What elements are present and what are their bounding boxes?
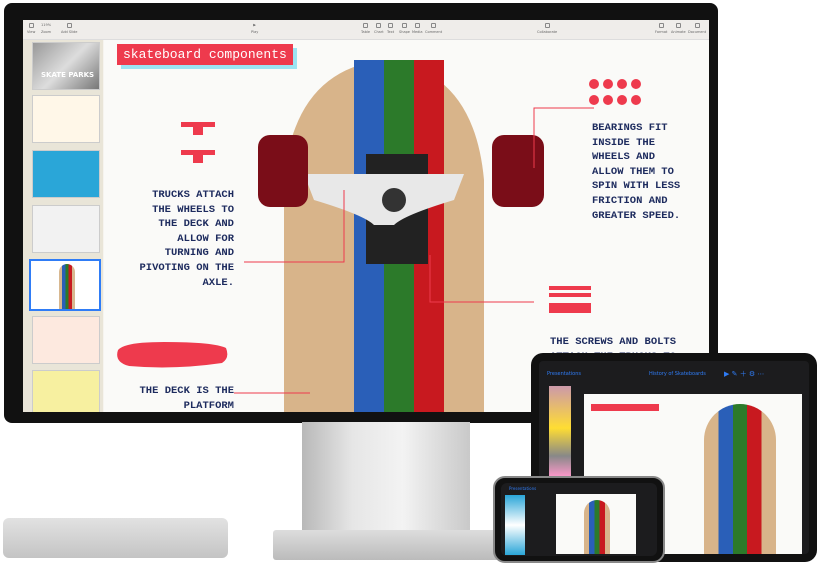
deck-text[interactable]: THE DECK IS THE PLATFORM — [134, 384, 234, 412]
bearings-text[interactable]: BEARINGS FIT INSIDE THE WHEELS AND ALLOW… — [592, 121, 688, 223]
iphone-slide-navigator[interactable] — [505, 495, 525, 555]
monitor-stand-base — [273, 530, 499, 560]
document-button[interactable]: Document — [688, 23, 706, 34]
sidebar-icon — [28, 23, 34, 28]
media-button[interactable]: Media — [412, 23, 423, 34]
chart-button[interactable]: Chart — [374, 23, 384, 34]
ipad-slide-title — [591, 404, 659, 411]
add-slide-icon — [66, 23, 72, 28]
slide-thumbnail[interactable] — [32, 370, 100, 412]
format-button[interactable]: Format — [655, 23, 667, 34]
iphone: Presentations — [493, 476, 665, 563]
view-button[interactable]: View — [27, 23, 35, 34]
ipad-document-title: History of Skateboards — [649, 371, 706, 377]
iphone-screen: Presentations — [501, 483, 657, 556]
text-button[interactable]: Text — [387, 23, 394, 34]
play-button[interactable]: ▶ Play — [251, 23, 258, 34]
iphone-skateboard — [584, 500, 610, 554]
slide-thumbnail[interactable] — [32, 205, 100, 253]
iphone-slide-canvas[interactable] — [556, 494, 636, 554]
table-icon — [363, 23, 369, 28]
slide-thumbnail[interactable] — [32, 95, 100, 143]
document-icon — [694, 23, 700, 28]
monitor-stand — [302, 422, 470, 534]
iphone-back-button[interactable]: Presentations — [509, 486, 536, 491]
animate-button[interactable]: Animate — [671, 23, 686, 34]
play-icon: ▶ — [253, 23, 256, 27]
animate-icon — [675, 23, 681, 28]
ipad-skateboard — [704, 404, 776, 554]
shape-button[interactable]: Shape — [399, 23, 410, 34]
comment-icon — [431, 23, 437, 28]
slide-navigator: SKATE PARKS — [23, 40, 103, 412]
zoom-button[interactable]: 119% Zoom — [41, 23, 51, 34]
collaborate-button[interactable]: Collaborate — [537, 23, 557, 34]
media-icon — [414, 23, 420, 28]
comment-button[interactable]: Comment — [425, 23, 442, 34]
add-slide-button[interactable]: Add Slide — [61, 23, 77, 34]
chart-icon — [376, 23, 382, 28]
ipad-play-icon[interactable]: ▶ ✎ ＋ ⚙ ⋯ — [724, 369, 764, 379]
toolbar: View 119% Zoom Add Slide ▶ Play Table Char… — [23, 20, 709, 40]
format-icon — [658, 23, 664, 28]
slide-thumbnail[interactable]: SKATE PARKS — [32, 42, 100, 90]
slide-thumbnail-selected[interactable] — [29, 259, 101, 311]
mac-mini — [3, 518, 228, 558]
table-button[interactable]: Table — [361, 23, 370, 34]
collaborate-icon — [544, 23, 550, 28]
ipad-back-button[interactable]: Presentations — [547, 371, 581, 377]
text-icon — [388, 23, 394, 28]
slide-thumbnail[interactable] — [32, 316, 100, 364]
shape-icon — [401, 23, 407, 28]
trucks-text[interactable]: TRUCKS ATTACH THE WHEELS TO THE DECK AND… — [134, 188, 234, 290]
slide-thumbnail[interactable] — [32, 150, 100, 198]
